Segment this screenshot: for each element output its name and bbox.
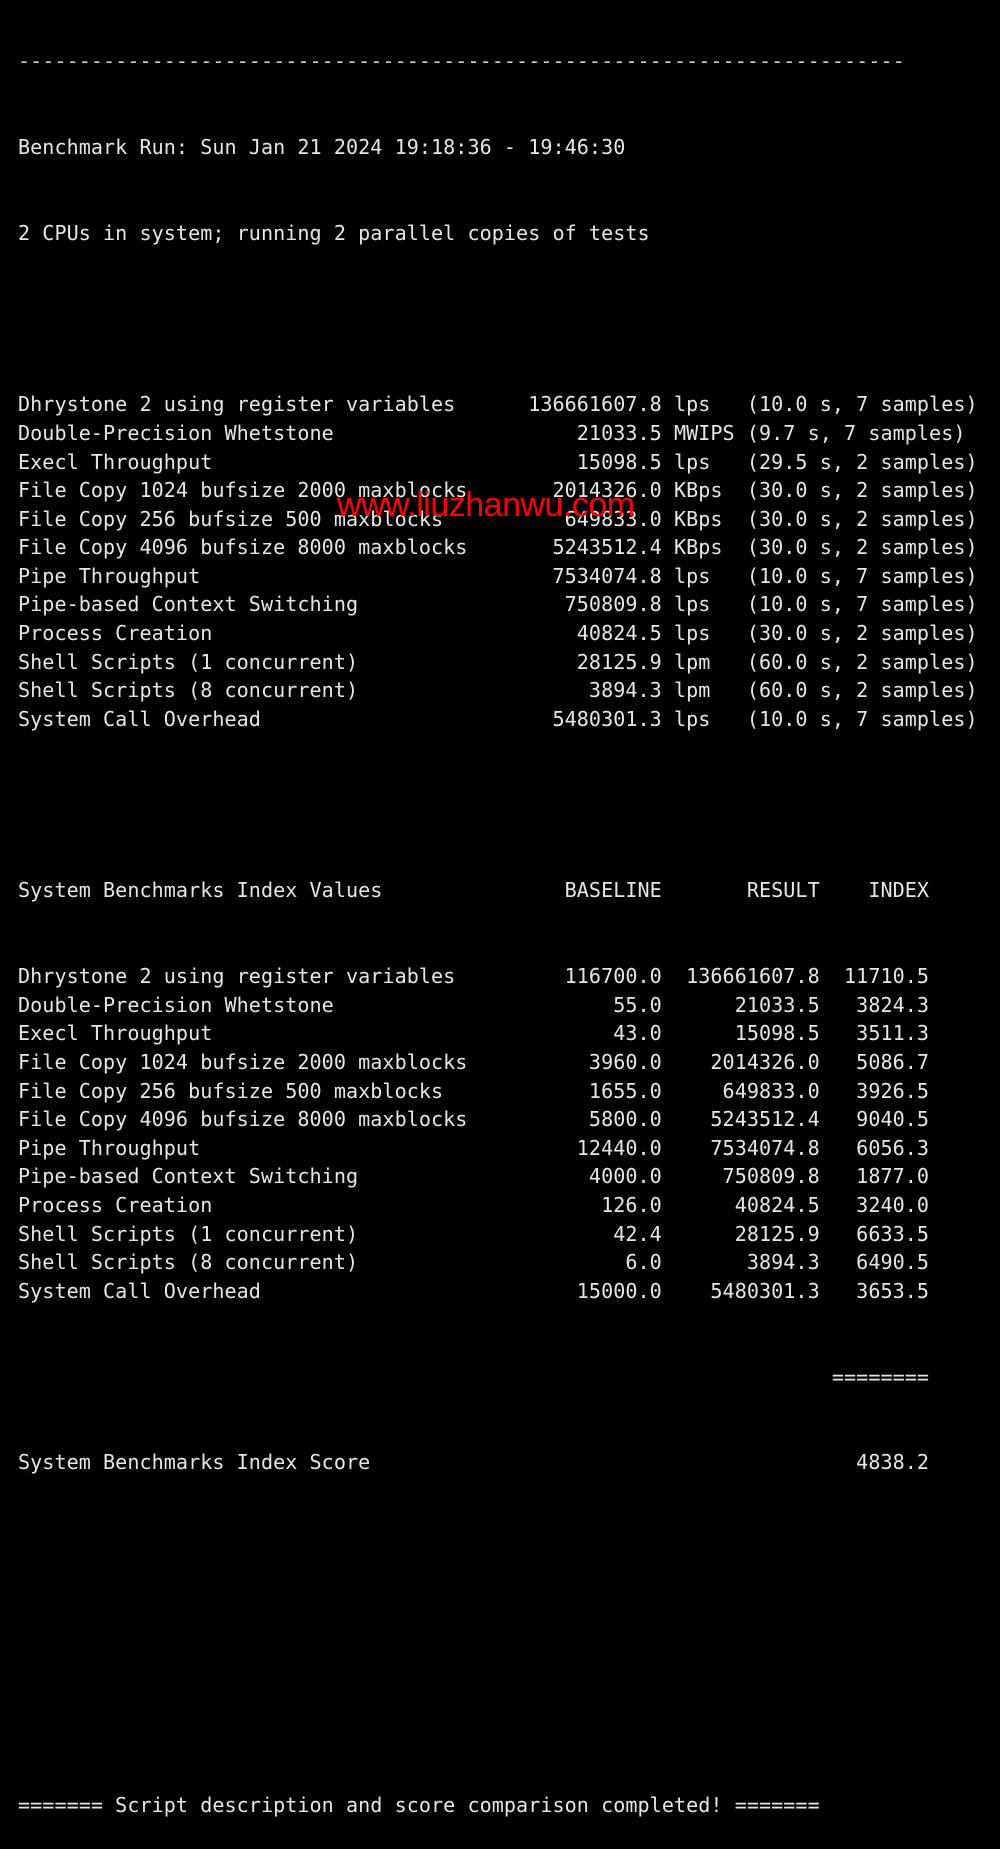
index-row: System Call Overhead 15000.0 5480301.3 3… — [18, 1278, 930, 1303]
result-row: Dhrystone 2 using register variables 136… — [18, 392, 978, 417]
index-score-row: System Benchmarks Index Score 4838.2 — [18, 1450, 930, 1475]
index-row: Shell Scripts (1 concurrent) 42.4 28125.… — [18, 1221, 930, 1246]
result-row: Pipe Throughput 7534074.8 lps (10.0 s, 7… — [18, 563, 978, 588]
index-row: Shell Scripts (8 concurrent) 6.0 3894.3 … — [18, 1250, 930, 1275]
result-row: System Call Overhead 5480301.3 lps (10.0… — [18, 706, 978, 731]
result-row: Shell Scripts (8 concurrent) 3894.3 lpm … — [18, 678, 978, 703]
index-row: Pipe-based Context Switching 4000.0 7508… — [18, 1164, 930, 1189]
index-row: Pipe Throughput 12440.0 7534074.8 6056.3 — [18, 1135, 930, 1160]
index-row: Double-Precision Whetstone 55.0 21033.5 … — [18, 992, 930, 1017]
result-row: File Copy 4096 bufsize 8000 maxblocks 52… — [18, 535, 978, 560]
index-total-separator: ======== — [18, 1364, 930, 1389]
terminal-output: ----------------------------------------… — [18, 0, 978, 1849]
footer-line: ======= Script description and score com… — [18, 1793, 820, 1818]
separator-line: ----------------------------------------… — [18, 49, 905, 74]
index-row: Dhrystone 2 using register variables 116… — [18, 964, 930, 989]
index-row: Execl Throughput 43.0 15098.5 3511.3 — [18, 1021, 930, 1046]
index-table: Dhrystone 2 using register variables 116… — [18, 962, 978, 1305]
result-row: Pipe-based Context Switching 750809.8 lp… — [18, 592, 978, 617]
result-row: Execl Throughput 15098.5 lps (29.5 s, 2 … — [18, 449, 978, 474]
watermark: www.liuzhanwu.com — [337, 486, 635, 524]
results-table: Dhrystone 2 using register variables 136… — [18, 390, 978, 733]
result-row: Shell Scripts (1 concurrent) 28125.9 lpm… — [18, 649, 978, 674]
result-row: Double-Precision Whetstone 21033.5 MWIPS… — [18, 420, 966, 445]
benchmark-run-line: Benchmark Run: Sun Jan 21 2024 19:18:36 … — [18, 134, 626, 159]
index-row: Process Creation 126.0 40824.5 3240.0 — [18, 1192, 930, 1217]
result-row: Process Creation 40824.5 lps (30.0 s, 2 … — [18, 621, 978, 646]
index-row: File Copy 4096 bufsize 8000 maxblocks 58… — [18, 1107, 930, 1132]
cpu-info-line: 2 CPUs in system; running 2 parallel cop… — [18, 220, 650, 245]
index-header-row: System Benchmarks Index Values BASELINE … — [18, 878, 930, 903]
index-row: File Copy 1024 bufsize 2000 maxblocks 39… — [18, 1049, 930, 1074]
index-row: File Copy 256 bufsize 500 maxblocks 1655… — [18, 1078, 930, 1103]
